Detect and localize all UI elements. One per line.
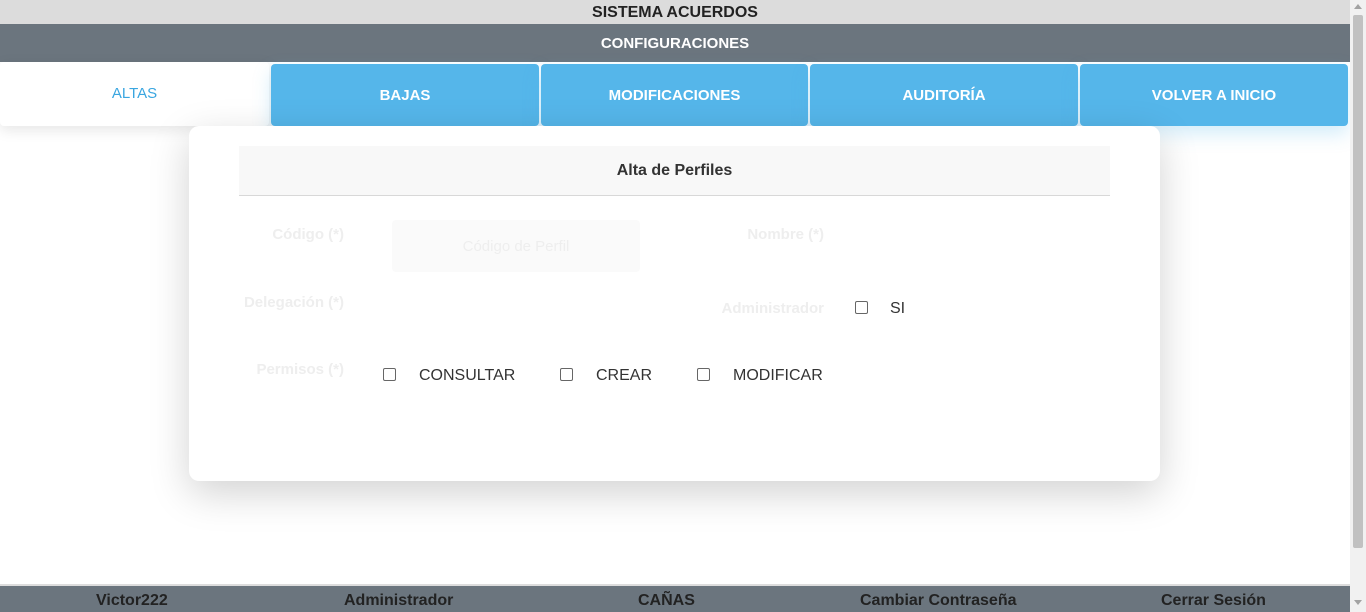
change-password-link[interactable]: Cambiar Contraseña: [860, 592, 1017, 610]
tab-modificaciones[interactable]: MODIFICACIONES: [541, 64, 808, 126]
permiso-consultar-checkbox[interactable]: [383, 368, 396, 381]
section-title: CONFIGURACIONES: [0, 24, 1350, 62]
footer-location: CAÑAS: [638, 592, 695, 609]
scroll-thumb[interactable]: [1353, 15, 1363, 548]
permisos-label: Permisos (*): [256, 361, 344, 378]
administrador-checkbox[interactable]: [855, 301, 868, 314]
codigo-label: Código (*): [272, 226, 344, 243]
footer-bar: Victor222 Administrador CAÑAS Cambiar Co…: [0, 584, 1350, 612]
footer-username: Victor222: [96, 592, 168, 609]
vertical-scrollbar[interactable]: [1350, 0, 1366, 612]
permiso-crear-label: CREAR: [596, 367, 653, 384]
tab-bar: ALTAS BAJAS MODIFICACIONES AUDITORÍA VOL…: [0, 62, 1350, 128]
nombre-label: Nombre (*): [747, 226, 824, 243]
permiso-consultar-label: CONSULTAR: [419, 367, 516, 384]
logout-link[interactable]: Cerrar Sesión: [1161, 592, 1266, 610]
codigo-input[interactable]: [392, 220, 640, 272]
tab-volver-a-inicio[interactable]: VOLVER A INICIO: [1080, 64, 1348, 126]
permiso-modificar-checkbox[interactable]: [697, 368, 710, 381]
tab-altas[interactable]: ALTAS: [0, 62, 269, 126]
tab-bajas[interactable]: BAJAS: [271, 64, 539, 126]
administrador-label: Administrador: [721, 300, 824, 317]
app-title: SISTEMA ACUERDOS: [0, 0, 1350, 24]
tab-auditoria[interactable]: AUDITORÍA: [810, 64, 1078, 126]
permiso-crear-checkbox[interactable]: [560, 368, 573, 381]
permiso-modificar-label: MODIFICAR: [733, 367, 823, 384]
footer-role: Administrador: [344, 592, 454, 609]
delegacion-select[interactable]: [392, 286, 640, 326]
form-title: Alta de Perfiles: [239, 146, 1110, 196]
scroll-down-arrow-icon[interactable]: [1354, 600, 1362, 605]
scroll-up-arrow-icon[interactable]: [1354, 4, 1362, 9]
delegacion-label: Delegación (*): [243, 294, 344, 311]
administrador-option-label: SI: [890, 300, 906, 317]
form-card: Alta de Perfiles Código (*) Nombre (*) D…: [189, 126, 1160, 481]
nombre-input[interactable]: [849, 220, 1109, 272]
